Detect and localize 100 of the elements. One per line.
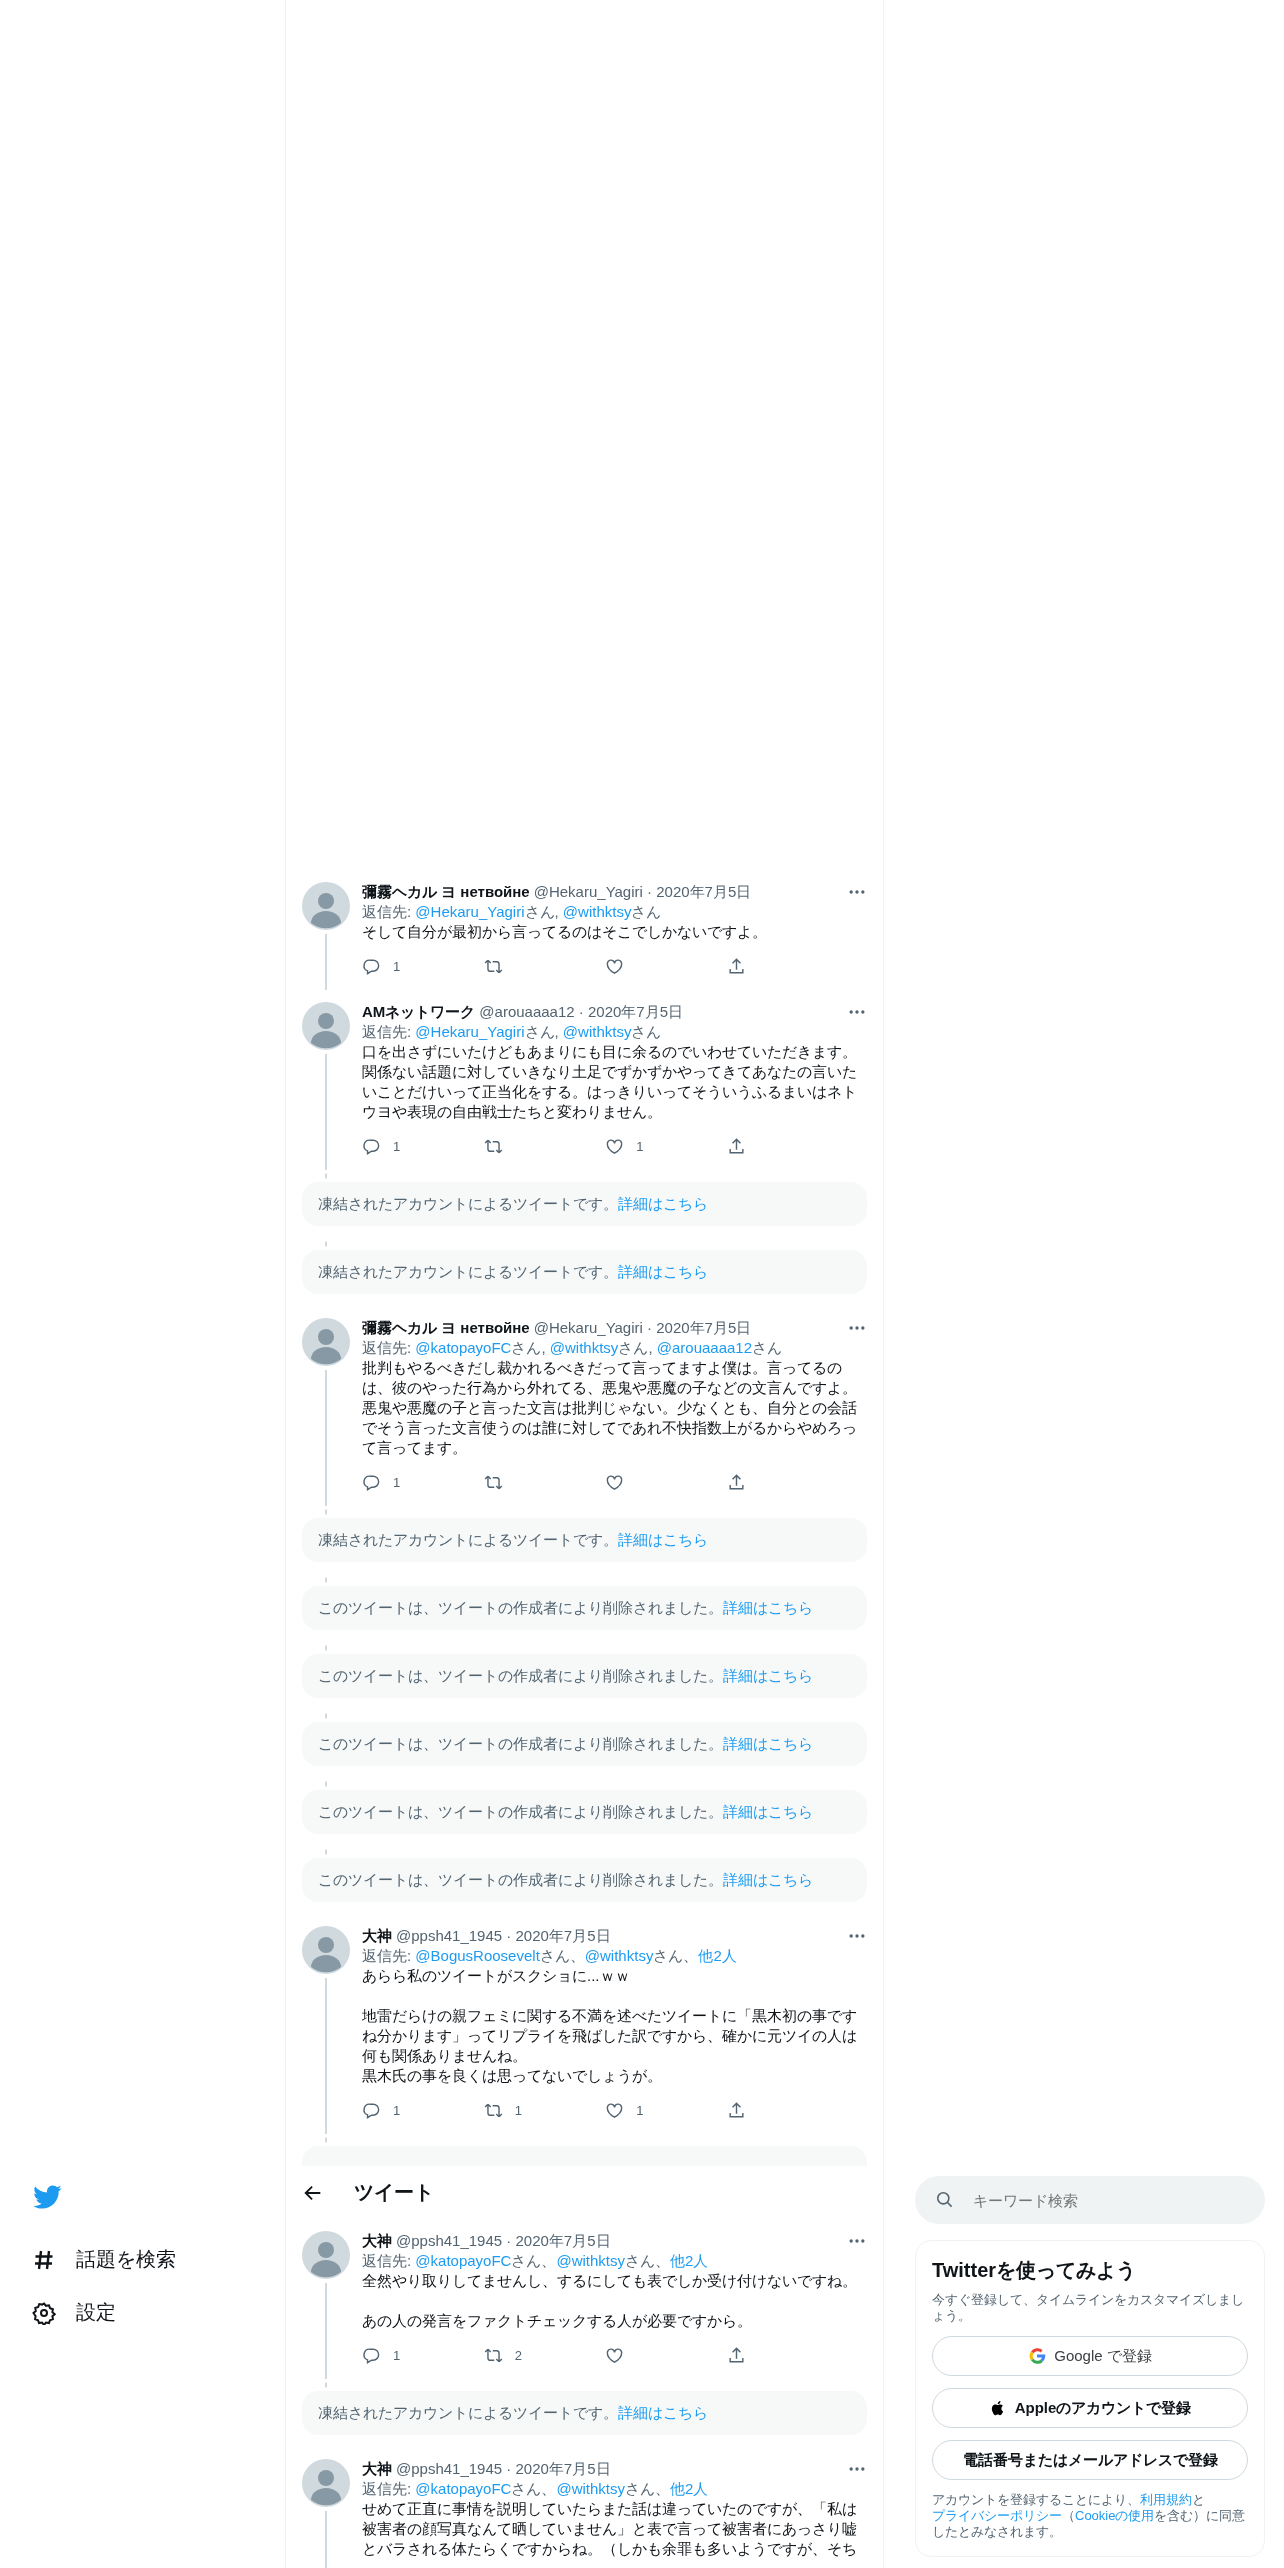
notice-text: このツイートは、ツイートの作成者により削除されました。詳細はこちら [318, 1666, 814, 1686]
search-field[interactable]: キーワード検索 [915, 2176, 1265, 2224]
mention-link[interactable]: @withktsy [549, 1339, 619, 1356]
legal-link[interactable]: 利用規約 [1140, 2492, 1192, 2507]
handle-and-date: @Hekaru_Yagiri · 2020年7月5日 [533, 882, 752, 902]
notice-text: 凍結されたアカウントによるツイートです。詳細はこちら [318, 1262, 709, 1282]
mention-link[interactable]: 他2人 [670, 2480, 709, 2497]
tweet-text: 批判もやるべきだし裁かれるべきだって言ってますよ僕は。言ってるのは、彼のやった行為から外れてる、悪鬼や悪魔の子などの文言んですよ。悪鬼や悪魔の子と言った文言は批判じゃない。少なくとも、自分との会話でそう言った文言使うのは誰に対してであれ不快指数上がるからやめろって言ってます。 [362, 1358, 858, 1458]
learn-more-link[interactable]: 詳細はこちら [618, 2404, 708, 2421]
notice-text: このツイートは、ツイートの作成者により削除されました。詳細はこちら [318, 1870, 814, 1890]
avatar [302, 2231, 350, 2279]
share-icon [726, 2100, 746, 2120]
avatar [302, 1318, 350, 1366]
reply-button[interactable]: 1 [362, 2098, 422, 2122]
notice-text: このツイートは、ツイートの作成者により削除されました。詳細はこちら [318, 1734, 814, 1754]
signup-button[interactable]: 電話番号またはメールアドレスで登録 [932, 2440, 1248, 2480]
notice-text: 凍結されたアカウントによるツイートです。詳細はこちら [318, 2403, 709, 2423]
learn-more-link[interactable]: 詳細はこちら [618, 1195, 708, 1212]
reply-to-line: 返信先: @katopayoFCさん、@withktsyさん、他2人 [362, 2479, 710, 2499]
author-name[interactable]: AMネットワーク [362, 1002, 476, 1022]
share-icon [726, 1472, 746, 1492]
heart-icon [605, 2345, 625, 2365]
reply-to-line: 返信先: @Hekaru_Yagiriさん, @withktsyさん [362, 1022, 663, 1042]
mention-link[interactable]: @Hekaru_Yagiri [415, 903, 525, 920]
heart-icon [605, 2100, 625, 2120]
tweet-text: あらら私のツイートがスクショに...ｗｗ [362, 1966, 631, 1986]
reply-icon [362, 1472, 381, 1492]
learn-more-link[interactable]: 詳細はこちら [618, 1531, 708, 1548]
avatar [302, 2459, 350, 2507]
google-icon [1028, 2347, 1047, 2365]
learn-more-link[interactable]: 詳細はこちら [723, 1735, 813, 1752]
heart-icon [605, 1472, 625, 1492]
retweet-button[interactable]: 2 [483, 2343, 544, 2367]
reply-to-line: 返信先: @katopayoFCさん, @withktsyさん, @arouaaaa12さん [362, 1338, 784, 1358]
nav-link[interactable]: 設定 [24, 2291, 124, 2334]
legal-link[interactable]: プライバシーポリシー [932, 2508, 1062, 2523]
mention-link[interactable]: @katopayoFC [415, 2252, 512, 2269]
learn-more-link[interactable]: 詳細はこちら [723, 1599, 813, 1616]
search-icon [935, 2190, 954, 2209]
tweet-text: そして自分が最初から言ってるのはそこでしかないですよ。 [362, 922, 768, 942]
handle-and-date: @ppsh41_1945 · 2020年7月5日 [396, 1926, 611, 1946]
page-title: ツイート [354, 2180, 434, 2205]
mention-link[interactable]: @BogusRoosevelt [415, 1947, 540, 1964]
mention-link[interactable]: @arouaaaa12 [656, 1339, 753, 1356]
mention-link[interactable]: @withktsy [556, 2252, 626, 2269]
legal-link[interactable]: Cookieの使用 [1075, 2508, 1155, 2523]
avatar [302, 1002, 350, 1050]
reply-to-line: 返信先: @katopayoFCさん、@withktsyさん、他2人 [362, 2251, 710, 2271]
share-icon [726, 956, 746, 976]
notice-text: 凍結されたアカウントによるツイートです。詳細はこちら [318, 1530, 709, 1550]
reply-button[interactable]: 1 [362, 1134, 422, 1158]
author-name[interactable]: 大神 [362, 2231, 392, 2251]
author-name[interactable]: 大神 [362, 2459, 392, 2479]
mention-link[interactable]: @withktsy [562, 903, 632, 920]
notice-text: このツイートは、ツイートの作成者により削除されました。詳細はこちら [318, 1802, 814, 1822]
share-icon [726, 1136, 746, 1156]
handle-and-date: @ppsh41_1945 · 2020年7月5日 [396, 2231, 611, 2251]
handle-and-date: @Hekaru_Yagiri · 2020年7月5日 [533, 1318, 752, 1338]
reply-button[interactable]: 1 [362, 1470, 422, 1494]
reply-icon [362, 956, 381, 976]
author-name[interactable]: 彌霧ヘカル ヨ нетвойне [362, 882, 530, 902]
avatar [302, 882, 350, 930]
tweet-text: 黒木氏の事を良くは思ってないでしょうが。 [362, 2066, 663, 2086]
tweet-text: 口を出さずにいたけどもあまりにも目に余るのでいわせていただきます。関係ない話題に対していきなり土足でずかずかやってきてあなたの言いたいことだけいって正当化をする。はっきりいってそういうふるまいはネトウヨや表現の自由戦士たちと変わりません。 [362, 1042, 858, 1122]
avatar [302, 1926, 350, 1974]
author-name[interactable]: 大神 [362, 1926, 392, 1946]
heart-icon [605, 1136, 625, 1156]
settings-icon [32, 2300, 56, 2325]
signup-button[interactable]: Google で登録 [932, 2336, 1248, 2376]
learn-more-link[interactable]: 詳細はこちら [723, 1871, 813, 1888]
mention-link[interactable]: 他2人 [670, 2252, 709, 2269]
tweet-text: あの人の発言をファクトチェックする人が必要ですから。 [362, 2311, 753, 2331]
reply-icon [362, 1136, 381, 1156]
handle-and-date: @arouaaaa12 · 2020年7月5日 [479, 1002, 683, 1022]
reply-button[interactable]: 1 [362, 2343, 422, 2367]
mention-link[interactable]: @withktsy [556, 2480, 626, 2497]
reply-button[interactable]: 1 [362, 954, 422, 978]
reply-icon [362, 2345, 381, 2365]
tweet-text: 全然やり取りしてませんし、するにしても表でしか受け付けないですね。 [362, 2271, 858, 2291]
learn-more-link[interactable]: 詳細はこちら [618, 1263, 708, 1280]
notice-text: このツイートは、ツイートの作成者により削除されました。詳細はこちら [318, 1598, 814, 1618]
handle-and-date: @ppsh41_1945 · 2020年7月5日 [396, 2459, 611, 2479]
mention-link[interactable]: 他2人 [698, 1947, 737, 1964]
learn-more-link[interactable]: 詳細はこちら [723, 1803, 813, 1820]
mention-link[interactable]: @katopayoFC [415, 1339, 512, 1356]
notice-text: 凍結されたアカウントによるツイートです。詳細はこちら [318, 1194, 709, 1214]
learn-more-link[interactable]: 詳細はこちら [723, 1667, 813, 1684]
mention-link[interactable]: @withktsy [562, 1023, 632, 1040]
nav-link[interactable]: 話題を検索 [24, 2238, 184, 2281]
reply-to-line: 返信先: @Hekaru_Yagiriさん, @withktsyさん [362, 902, 663, 922]
mention-link[interactable]: @Hekaru_Yagiri [415, 1023, 525, 1040]
author-name[interactable]: 彌霧ヘカル ヨ нетвойне [362, 1318, 530, 1338]
retweet-button[interactable]: 1 [483, 2098, 544, 2122]
reply-to-line: 返信先: @BogusRooseveltさん、@withktsyさん、他2人 [362, 1946, 738, 1966]
like-button[interactable]: 1 [605, 1134, 666, 1158]
like-button[interactable]: 1 [605, 2098, 666, 2122]
mention-link[interactable]: @katopayoFC [415, 2480, 512, 2497]
mention-link[interactable]: @withktsy [584, 1947, 654, 1964]
tweet-text: 地雷だらけの親フェミに関する不満を述べたツイートに「黒木初の事ですね分かります」ってリプライを飛ばした訳ですから、確かに元ツイの人は何も関係ありませんね。 [362, 2006, 858, 2066]
signup-button[interactable]: Appleのアカウントで登録 [932, 2388, 1248, 2428]
